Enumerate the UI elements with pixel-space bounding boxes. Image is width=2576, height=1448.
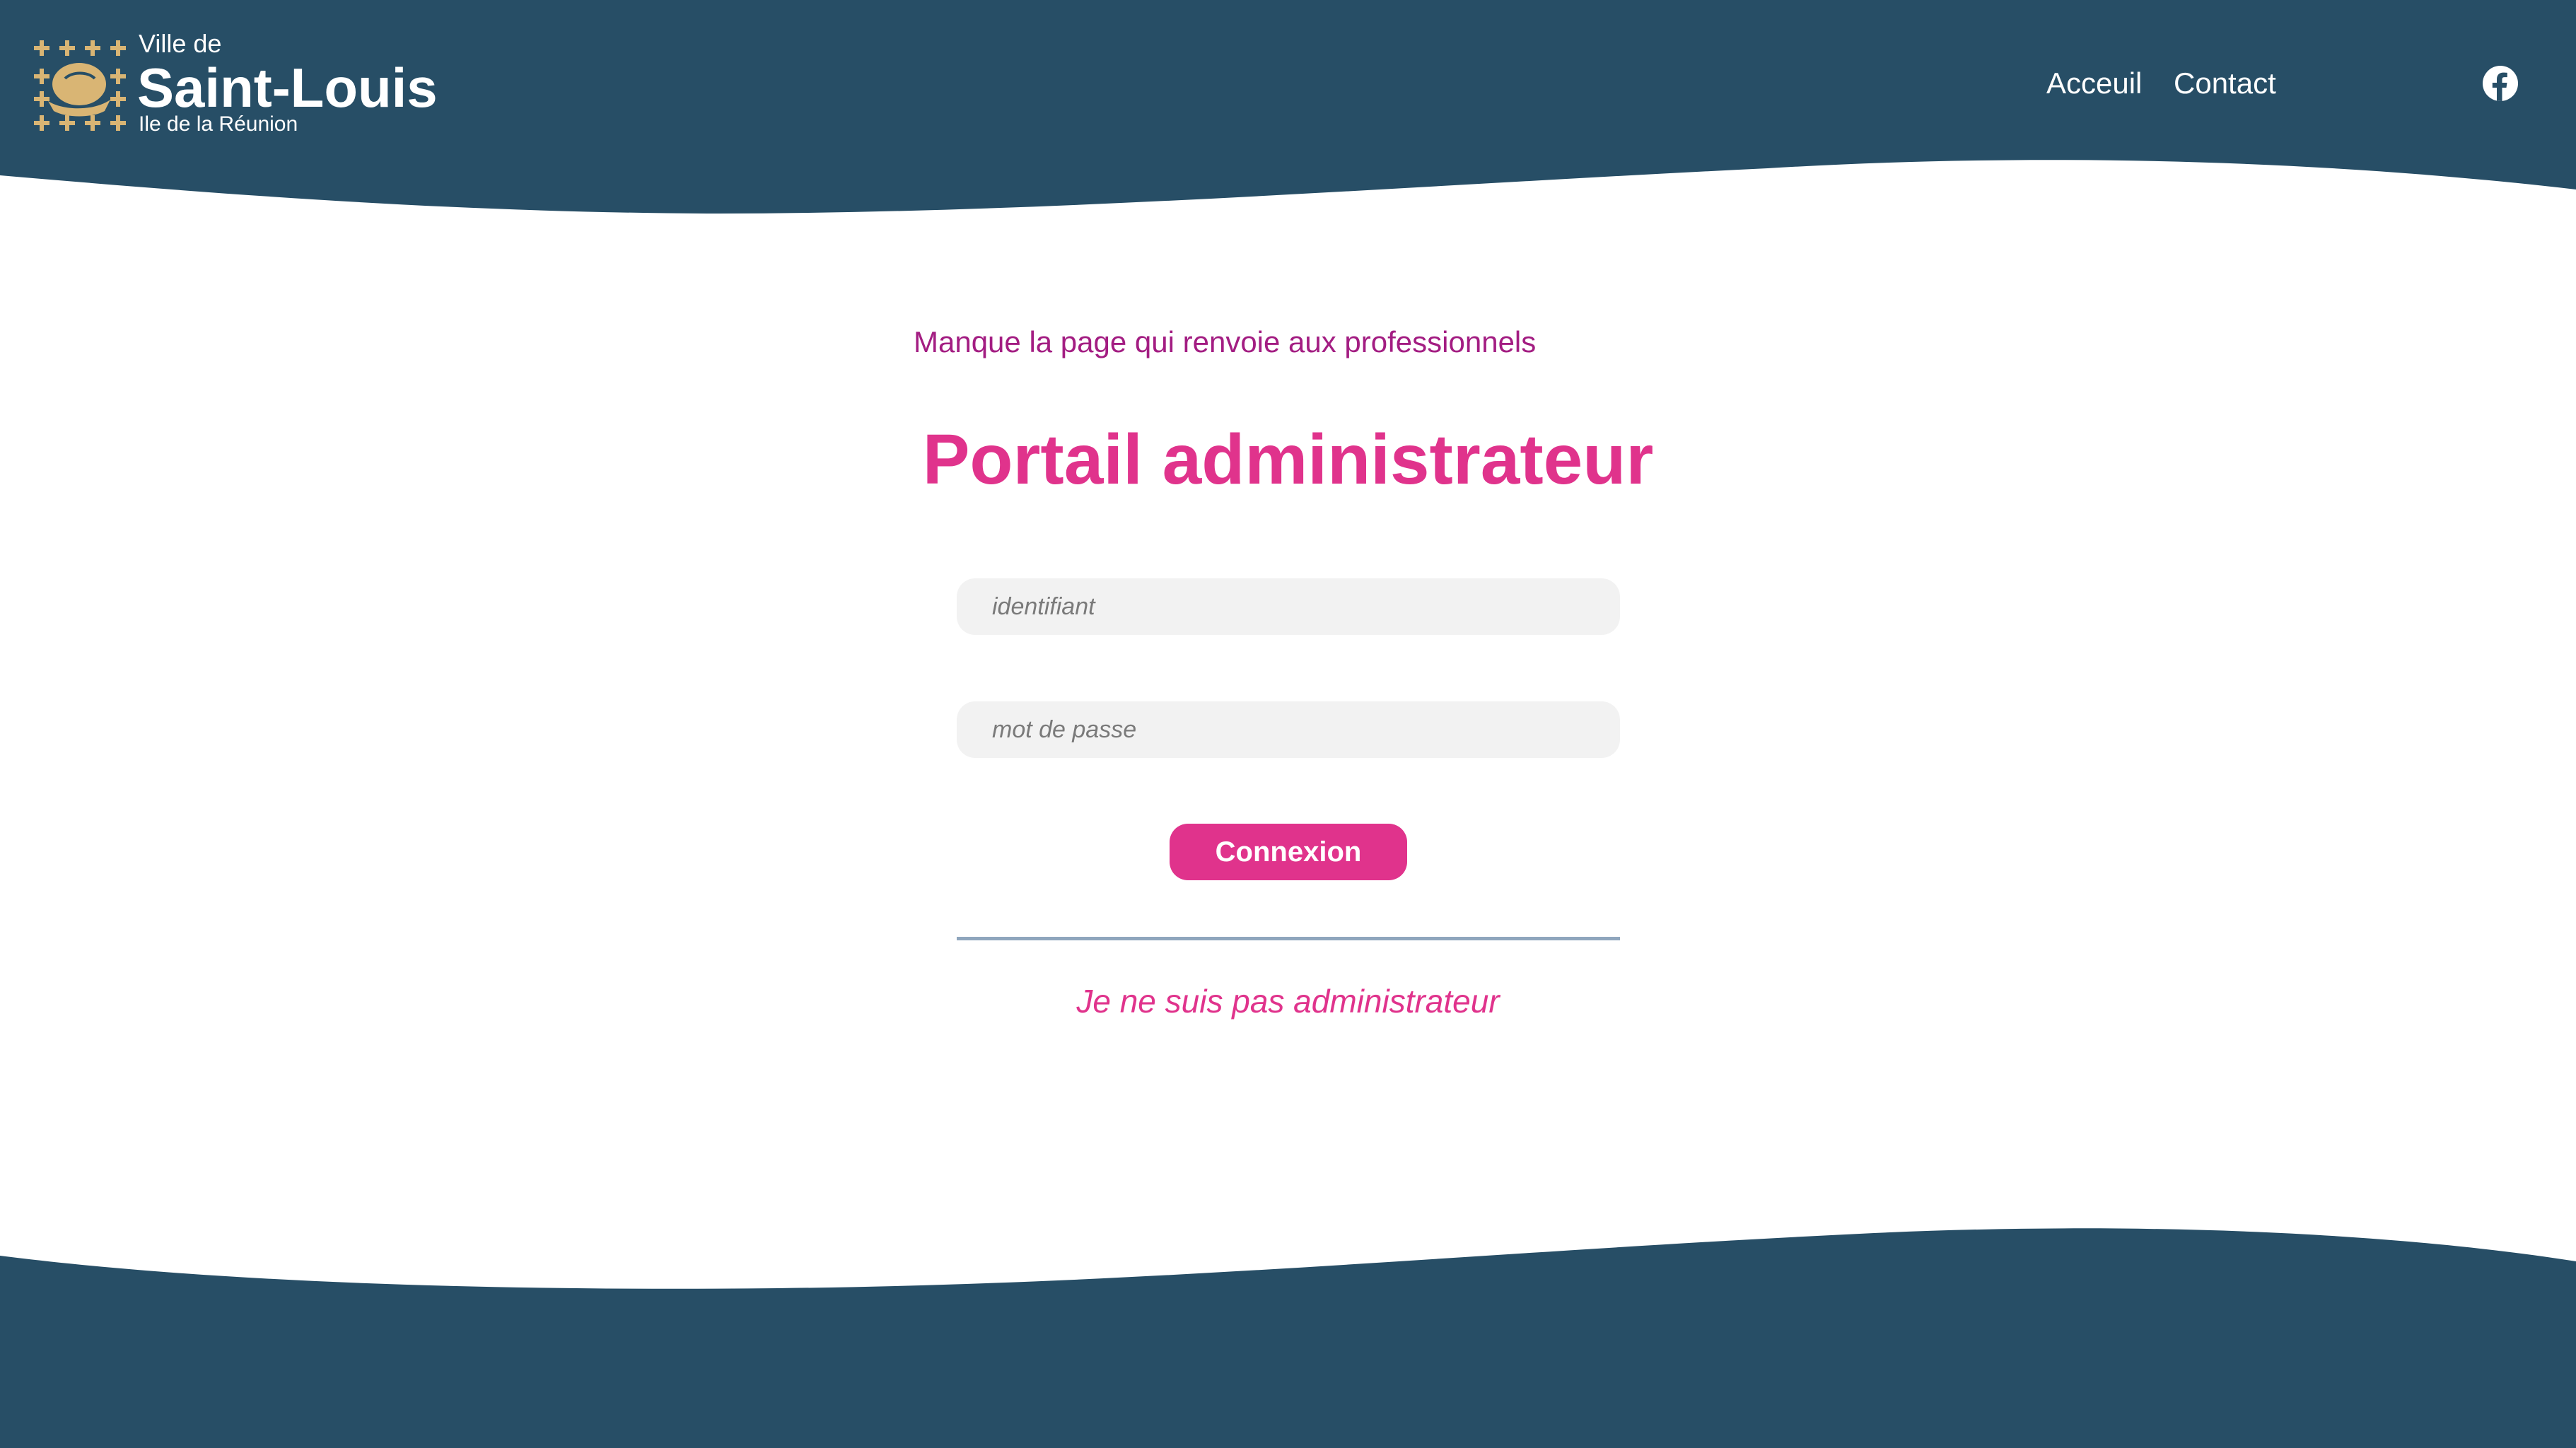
not-admin-link[interactable]: Je ne suis pas administrateur <box>0 981 2576 1021</box>
divider <box>957 937 1620 940</box>
city-coat-of-arms-icon <box>34 40 126 131</box>
username-input[interactable] <box>957 578 1620 635</box>
nav-link-contact[interactable]: Contact <box>2174 65 2276 102</box>
facebook-icon[interactable] <box>2482 65 2519 102</box>
site-logo[interactable]: Ville de Saint-Louis Ile de la Réunion <box>28 28 467 141</box>
logo-subtitle: Ile de la Réunion <box>139 112 298 136</box>
page-title: Portail administrateur <box>922 420 1654 499</box>
logo-title: Saint-Louis <box>137 57 438 119</box>
password-input[interactable] <box>957 701 1620 758</box>
nav-link-accueil[interactable]: Acceuil <box>2046 65 2142 102</box>
missing-page-note: Manque la page qui renvoie aux professio… <box>914 325 1537 358</box>
footer-background <box>0 1228 2576 1448</box>
login-button[interactable]: Connexion <box>1170 824 1407 880</box>
